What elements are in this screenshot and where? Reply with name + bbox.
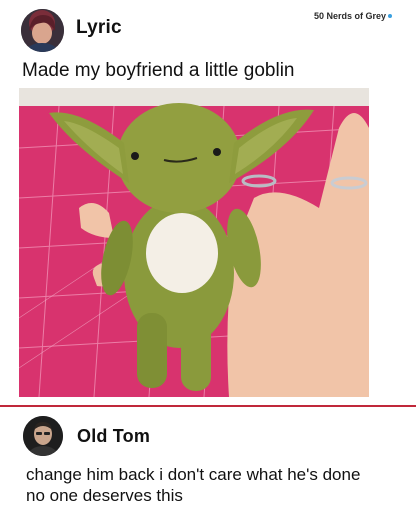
reply-text-line-2: no one deserves this <box>26 486 183 505</box>
original-post: Lyric 50 Nerds of Grey Made my boyfriend… <box>0 0 416 400</box>
divider <box>0 405 416 407</box>
reply-text-line-1: change him back i don't care what he's d… <box>26 465 361 484</box>
watermark-dot-icon <box>388 14 392 18</box>
avatar-image <box>21 9 64 52</box>
reply-username[interactable]: Old Tom <box>77 426 150 447</box>
goblin-plush-photo <box>19 88 369 397</box>
reply-avatar[interactable] <box>23 416 63 456</box>
reply-avatar-image <box>23 416 63 456</box>
post-username[interactable]: Lyric <box>76 17 122 39</box>
post-text: Made my boyfriend a little goblin <box>22 60 295 81</box>
reply-text: change him back i don't care what he's d… <box>26 464 406 506</box>
avatar[interactable] <box>21 9 64 52</box>
watermark-label: 50 Nerds of Grey <box>313 11 386 21</box>
watermark: 50 Nerds of Grey <box>314 11 392 21</box>
post-image[interactable] <box>19 88 369 397</box>
